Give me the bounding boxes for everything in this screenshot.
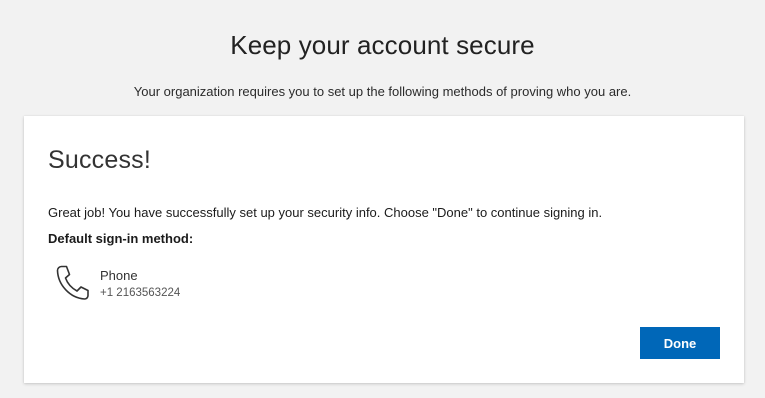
default-method-label: Default sign-in method: — [48, 231, 194, 246]
phone-icon — [54, 264, 90, 302]
success-heading: Success! — [48, 146, 152, 174]
success-card: Success! Great job! You have successfull… — [24, 116, 744, 383]
method-name: Phone — [100, 268, 138, 283]
page: Keep your account secure Your organizati… — [0, 0, 765, 398]
sign-in-method: Phone +1 2163563224 — [54, 264, 354, 304]
page-subtitle: Your organization requires you to set up… — [133, 84, 632, 99]
done-button[interactable]: Done — [640, 327, 720, 359]
page-title: Keep your account secure — [230, 30, 535, 60]
success-message: Great job! You have successfully set up … — [48, 205, 603, 220]
phone-number: +1 2163563224 — [100, 287, 181, 299]
